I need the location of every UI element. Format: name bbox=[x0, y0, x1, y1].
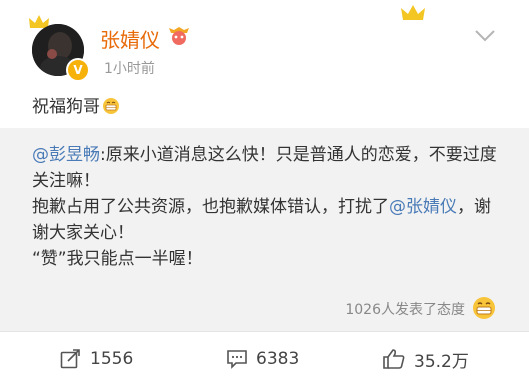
post-header: V 张婧仪 1小时前 祝福狗哥 bbox=[0, 0, 529, 128]
verified-badge-icon: V bbox=[66, 58, 90, 82]
repost-icon bbox=[60, 349, 80, 369]
repost-text: @彭昱畅:原来小道消息这么快！只是普通人的恋爱，不要过度关注嘛！ 抱歉占用了公共… bbox=[32, 142, 502, 272]
post-text: 祝福狗哥 bbox=[32, 92, 120, 120]
comment-icon bbox=[227, 350, 247, 369]
comment-button[interactable]: 6383 bbox=[226, 332, 299, 386]
repost-segment: :原来小道消息这么快！只是普通人的恋爱，不要过度关注嘛！ bbox=[32, 145, 497, 191]
chevron-down-icon[interactable] bbox=[474, 28, 496, 47]
username[interactable]: 张婧仪 bbox=[100, 24, 160, 53]
mention-link[interactable]: @张婧仪 bbox=[389, 197, 457, 217]
comment-count: 6383 bbox=[256, 349, 300, 369]
grin-emoji-icon bbox=[102, 97, 120, 120]
weibo-post-card: V 张婧仪 1小时前 祝福狗哥 @彭昱畅:原来小道消息这么快！只是普通人的恋爱，… bbox=[0, 0, 529, 386]
like-count: 35.2万 bbox=[414, 351, 469, 372]
like-button[interactable]: 35.2万 bbox=[382, 332, 469, 386]
post-body: 祝福狗哥 bbox=[32, 97, 100, 117]
repost-segment: 抱歉占用了公共资源，也抱歉媒体错认，打扰了 bbox=[32, 197, 389, 217]
post-timestamp: 1小时前 bbox=[104, 61, 155, 77]
vip-icon bbox=[168, 27, 190, 49]
repost-section[interactable]: @彭昱畅:原来小道消息这么快！只是普通人的恋爱，不要过度关注嘛！ 抱歉占用了公共… bbox=[0, 128, 529, 283]
action-bar: 1556 6383 35.2万 bbox=[0, 332, 529, 386]
reaction-summary: 1026人发表了态度 bbox=[345, 302, 465, 318]
repost-count: 1556 bbox=[90, 349, 134, 369]
repost-button[interactable]: 1556 bbox=[60, 332, 133, 386]
mention-link[interactable]: @彭昱畅 bbox=[32, 145, 100, 165]
crown-icon bbox=[400, 4, 426, 26]
repost-segment: “赞”我只能点一半喔！ bbox=[32, 249, 203, 269]
thumbs-up-icon bbox=[383, 349, 405, 369]
reactions-bar[interactable]: 1026人发表了态度 bbox=[0, 283, 529, 331]
grin-emoji-icon bbox=[472, 296, 496, 324]
